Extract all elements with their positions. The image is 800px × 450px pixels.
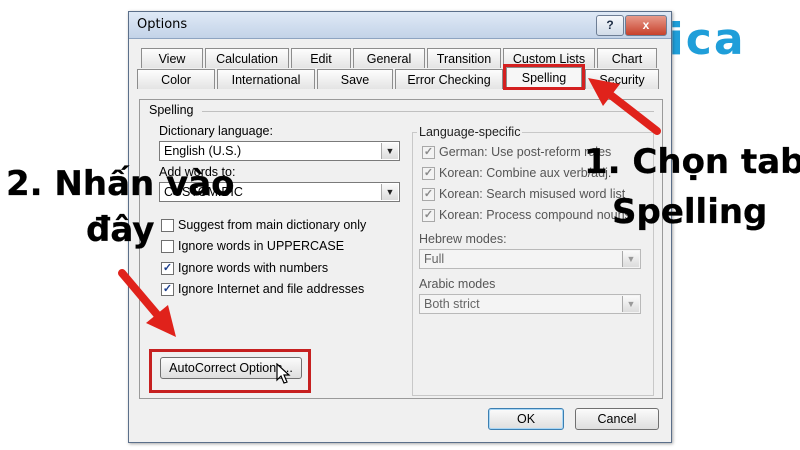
step2-line1: 2. Nhấn vào xyxy=(6,164,235,204)
step1-line2: Spelling xyxy=(612,192,768,232)
arrow-to-autocorrect-icon xyxy=(118,269,176,337)
arrow-to-spelling-tab-icon xyxy=(588,78,661,135)
step2-line2: đây xyxy=(86,210,155,250)
step1-line1: 1. Chọn tab xyxy=(584,142,800,182)
